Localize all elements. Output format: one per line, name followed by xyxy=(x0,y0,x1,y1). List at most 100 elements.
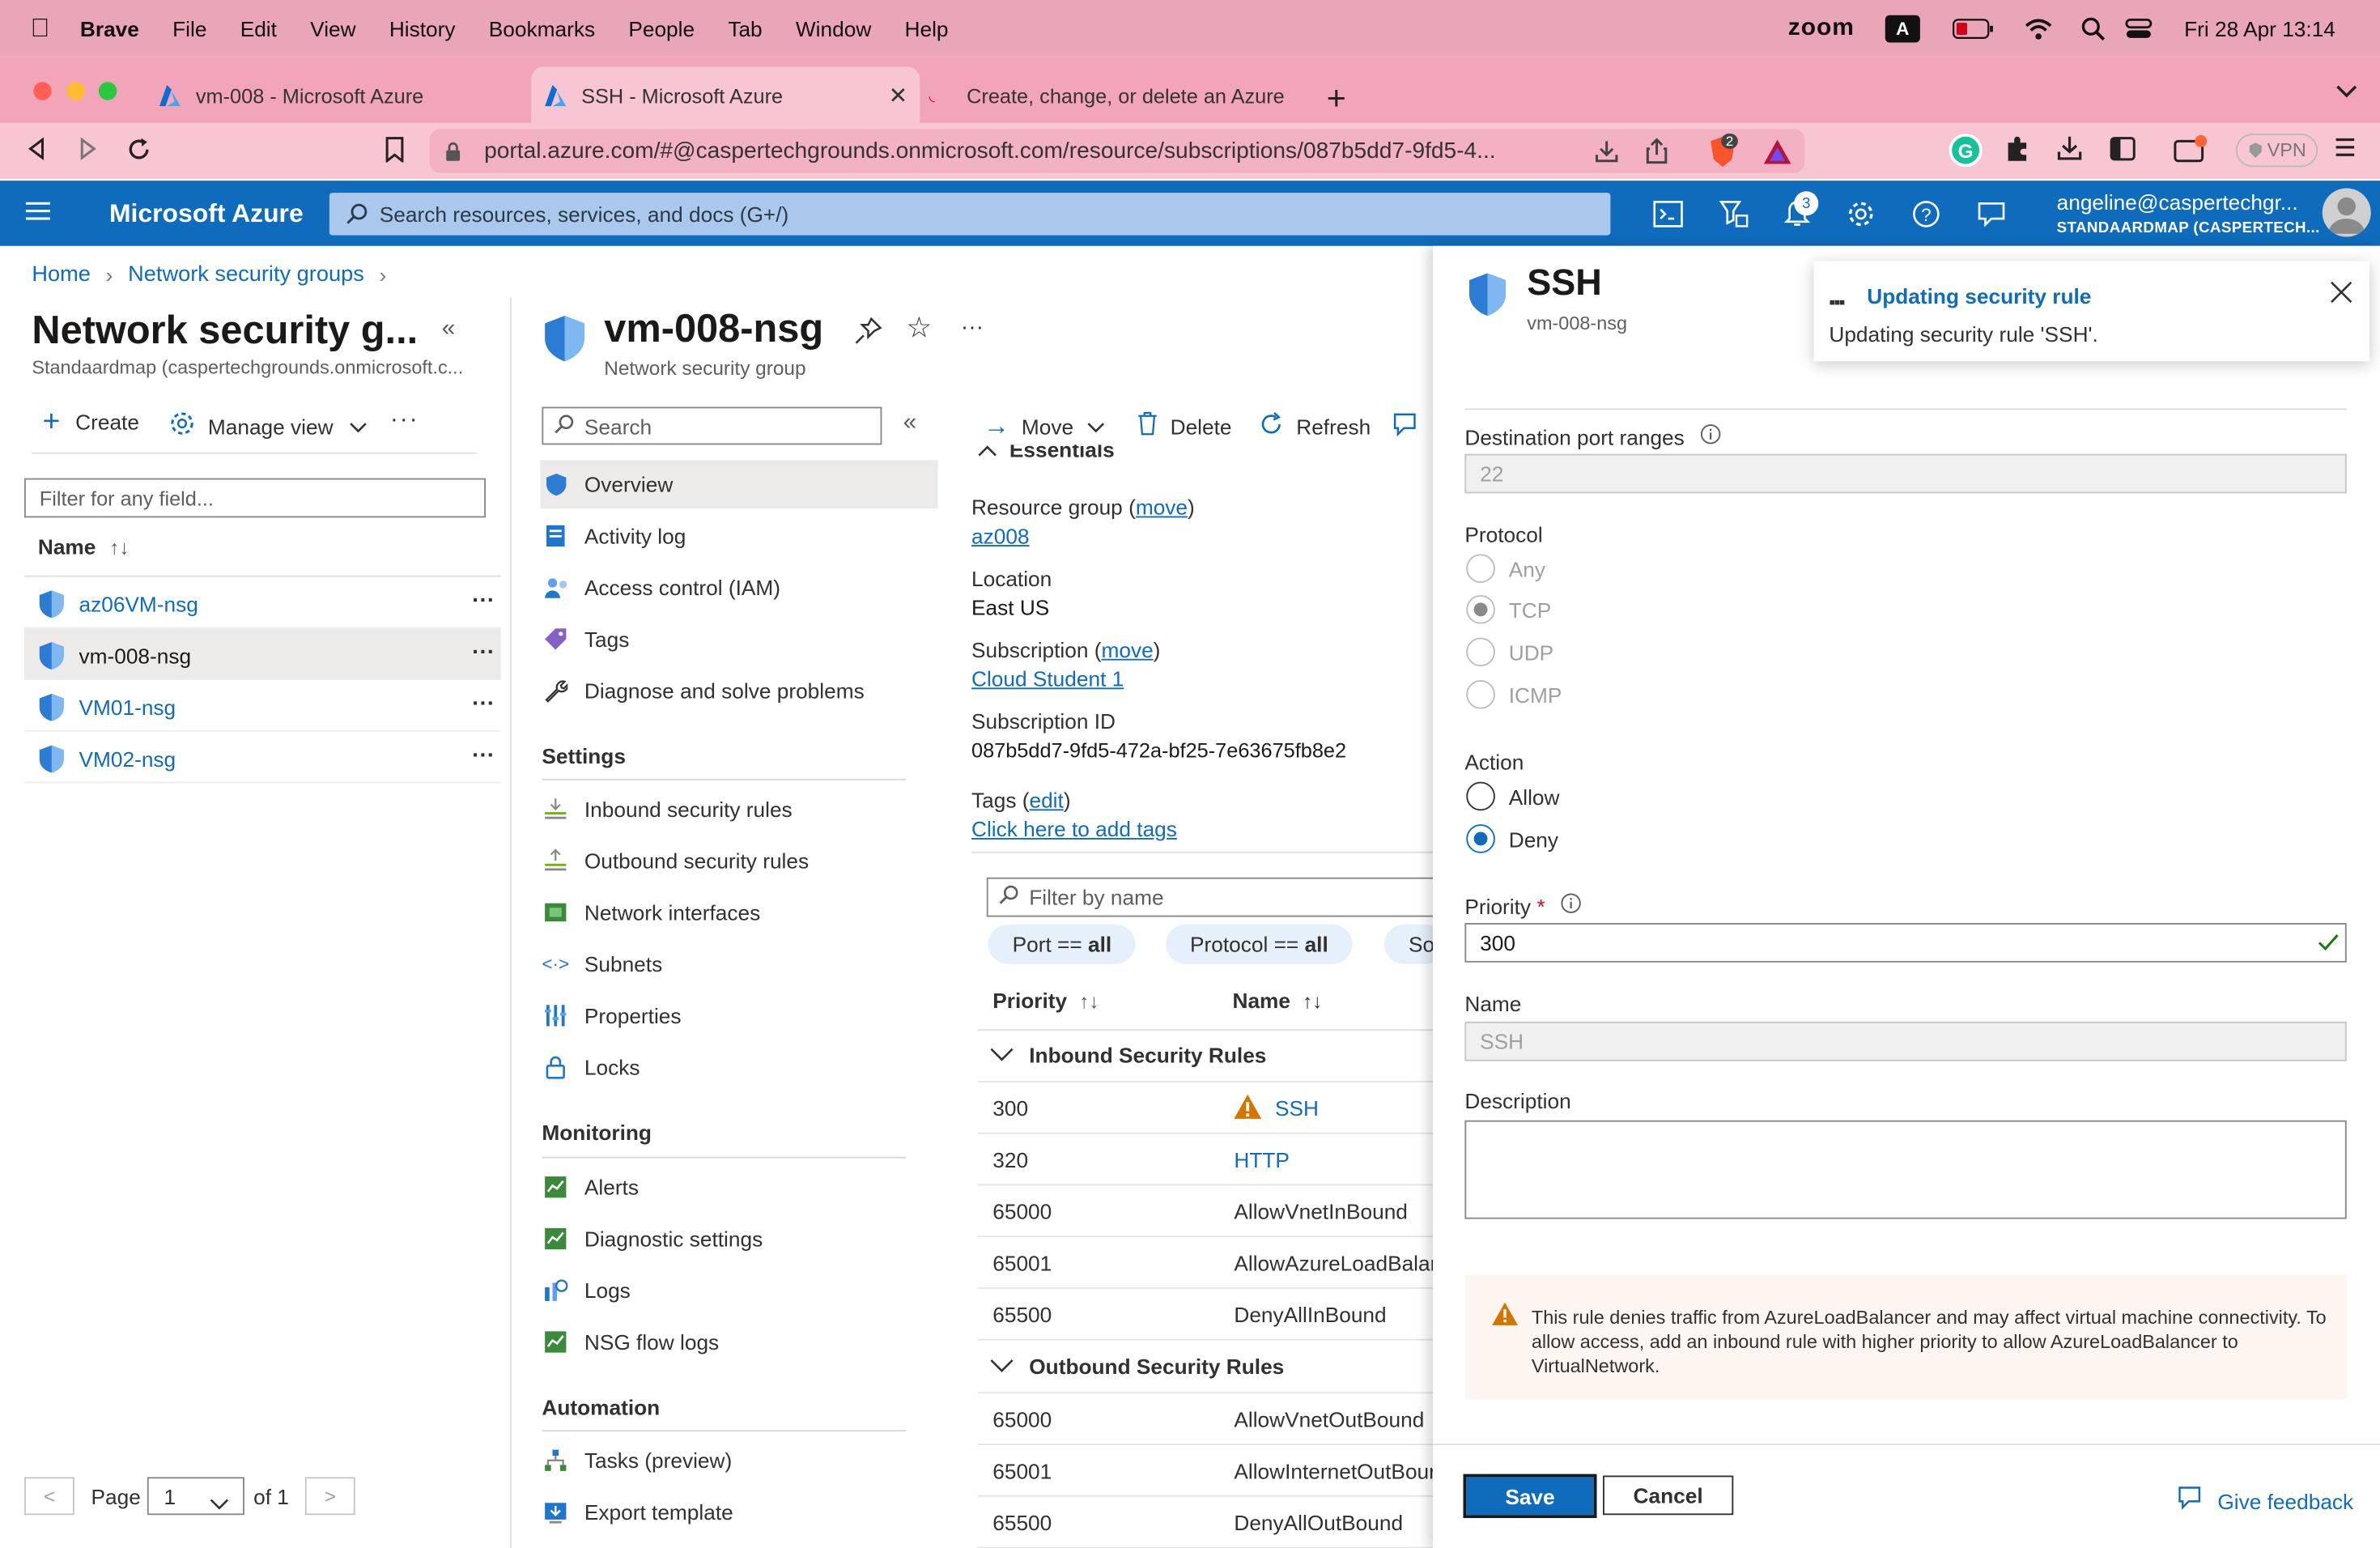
cloud-shell-icon[interactable] xyxy=(1648,194,1688,234)
table-row[interactable]: 300 SSH xyxy=(977,1082,1433,1134)
nav-alerts[interactable]: Alerts xyxy=(541,1163,938,1211)
back-icon[interactable] xyxy=(24,137,49,161)
rule-name-link[interactable]: HTTP xyxy=(1234,1148,1290,1172)
nsg-link[interactable]: VM01-nsg xyxy=(79,695,176,720)
save-button[interactable]: Save xyxy=(1463,1474,1597,1518)
settings-gear-icon[interactable] xyxy=(1841,194,1881,234)
nav-network-interfaces[interactable]: Network interfaces xyxy=(541,888,938,937)
table-row[interactable]: 65000 AllowVnetInBound xyxy=(977,1185,1433,1238)
list-item-selected[interactable]: vm-008-nsg ··· xyxy=(24,628,501,680)
list-column-name[interactable]: Name ↑↓ xyxy=(38,534,130,559)
nav-locks[interactable]: Locks xyxy=(541,1043,938,1091)
nav-tags[interactable]: Tags xyxy=(541,615,938,663)
more-actions-icon[interactable]: ··· xyxy=(390,407,419,435)
delete-button[interactable]: Delete xyxy=(1137,411,1232,440)
directory-filter-icon[interactable] xyxy=(1714,194,1753,234)
col-name[interactable]: Name ↑↓ xyxy=(1233,989,1323,1013)
window-close-button[interactable] xyxy=(33,82,52,100)
outbound-group-header[interactable]: Outbound Security Rules xyxy=(990,1354,1284,1379)
name-input[interactable]: SSH xyxy=(1464,1021,2347,1061)
protocol-filter-pill[interactable]: Protocol == all xyxy=(1166,924,1353,964)
menu-window[interactable]: Window xyxy=(796,16,871,40)
description-textarea[interactable] xyxy=(1464,1120,2347,1219)
col-priority[interactable]: Priority ↑↓ xyxy=(992,989,1099,1013)
menu-view[interactable]: View xyxy=(310,16,355,40)
spotlight-icon[interactable] xyxy=(2081,0,2106,56)
protocol-icmp-radio[interactable] xyxy=(1466,680,1495,709)
zoom-status[interactable]: zoom xyxy=(1788,0,1855,56)
table-row[interactable]: 65500 DenyAllInBound xyxy=(977,1289,1433,1341)
table-row[interactable]: 65000 AllowVnetOutBound xyxy=(977,1393,1433,1445)
row-more-icon[interactable]: ··· xyxy=(472,588,495,614)
tab-vm-008[interactable]: vm-008 - Microsoft Azure xyxy=(144,67,524,125)
grammarly-icon[interactable]: G xyxy=(1949,134,1983,168)
collapse-menu-icon[interactable]: « xyxy=(903,410,917,437)
pin-icon[interactable] xyxy=(855,317,882,352)
tags-edit-link[interactable]: edit xyxy=(1029,788,1063,812)
apple-icon[interactable]:  xyxy=(31,13,50,44)
user-directory[interactable]: STANDAARDMAP (CASPERTECH... xyxy=(2057,220,2320,237)
inbound-group-header[interactable]: Inbound Security Rules xyxy=(990,1043,1266,1067)
tab-ssh[interactable]: SSH - Microsoft Azure ✕ xyxy=(531,66,920,125)
protocol-udp-radio[interactable] xyxy=(1466,637,1495,667)
priority-input[interactable]: 300 xyxy=(1464,923,2347,963)
tab-list-icon[interactable] xyxy=(2336,85,2357,99)
tab-close-icon[interactable]: ✕ xyxy=(889,82,908,109)
portal-menu-icon[interactable] xyxy=(24,199,52,223)
essentials-toggle[interactable]: Essentials xyxy=(978,444,1115,463)
subscription-link[interactable]: Cloud Student 1 xyxy=(971,666,1124,691)
create-button[interactable]: + Create xyxy=(43,407,139,438)
row-more-icon[interactable]: ··· xyxy=(472,691,495,717)
rule-name-link[interactable]: SSH xyxy=(1275,1096,1319,1121)
rules-filter-input[interactable]: Filter by name xyxy=(986,877,1443,917)
info-icon[interactable] xyxy=(1700,423,1721,449)
close-icon[interactable] xyxy=(2330,281,2352,312)
prev-page-button[interactable]: < xyxy=(24,1477,74,1516)
action-deny-radio[interactable] xyxy=(1466,824,1495,853)
list-item[interactable]: VM02-nsg ··· xyxy=(24,732,501,784)
clock[interactable]: Fri 28 Apr 13:14 xyxy=(2184,0,2335,56)
feedback-icon[interactable] xyxy=(1972,194,2012,234)
nav-tasks[interactable]: Tasks (preview) xyxy=(541,1436,938,1485)
wallet-icon[interactable] xyxy=(2174,134,2208,163)
help-icon[interactable]: ? xyxy=(1906,194,1946,234)
nsg-link[interactable]: VM02-nsg xyxy=(79,747,176,772)
sub-move-link[interactable]: move xyxy=(1101,638,1153,662)
menu-help[interactable]: Help xyxy=(905,16,949,40)
nav-subnets[interactable]: <·> Subnets xyxy=(541,940,938,989)
cancel-button[interactable]: Cancel xyxy=(1603,1475,1734,1516)
give-feedback-link[interactable]: Give feedback xyxy=(2177,1485,2353,1516)
protocol-any-radio[interactable] xyxy=(1466,554,1495,583)
breadcrumb-home[interactable]: Home xyxy=(32,262,91,287)
row-more-icon[interactable]: ··· xyxy=(472,639,495,665)
table-row[interactable]: 65001 AllowAzureLoadBalan xyxy=(977,1237,1433,1289)
resource-more-icon[interactable]: ··· xyxy=(961,314,984,340)
resource-menu-search[interactable]: Search xyxy=(542,406,882,445)
install-icon[interactable] xyxy=(1594,139,1620,164)
bookmark-icon[interactable] xyxy=(384,137,405,163)
menu-file[interactable]: File xyxy=(172,16,206,40)
table-row[interactable]: 65500 DenyAllOutBound xyxy=(977,1497,1433,1548)
list-item[interactable]: VM01-nsg ··· xyxy=(24,680,501,732)
favorite-star-icon[interactable]: ☆ xyxy=(906,311,932,346)
nav-diagnostic-settings[interactable]: Diagnostic settings xyxy=(541,1214,938,1263)
downloads-icon[interactable] xyxy=(2057,135,2083,161)
menu-app-name[interactable]: Brave xyxy=(80,16,139,40)
window-minimize-button[interactable] xyxy=(66,82,85,100)
brave-rewards-icon[interactable] xyxy=(1762,138,1793,165)
list-item[interactable]: az06VM-nsg ··· xyxy=(24,577,501,629)
menu-tab[interactable]: Tab xyxy=(728,16,762,40)
avatar[interactable] xyxy=(2322,188,2371,237)
azure-brand[interactable]: Microsoft Azure xyxy=(109,199,304,230)
battery-icon[interactable] xyxy=(1952,0,1995,56)
manage-view-button[interactable]: Manage view xyxy=(168,410,367,441)
menu-people[interactable]: People xyxy=(628,16,695,40)
nsg-link[interactable]: az06VM-nsg xyxy=(79,592,198,616)
share-icon[interactable] xyxy=(1646,138,1668,164)
breadcrumb-nsg[interactable]: Network security groups xyxy=(128,262,364,287)
list-filter-input[interactable]: Filter for any field... xyxy=(24,478,486,518)
dest-ports-input[interactable]: 22 xyxy=(1464,453,2347,494)
input-source-badge[interactable]: A xyxy=(1885,15,1920,43)
nav-export-template[interactable]: Export template xyxy=(541,1488,938,1537)
page-select[interactable]: 1 xyxy=(147,1477,244,1516)
